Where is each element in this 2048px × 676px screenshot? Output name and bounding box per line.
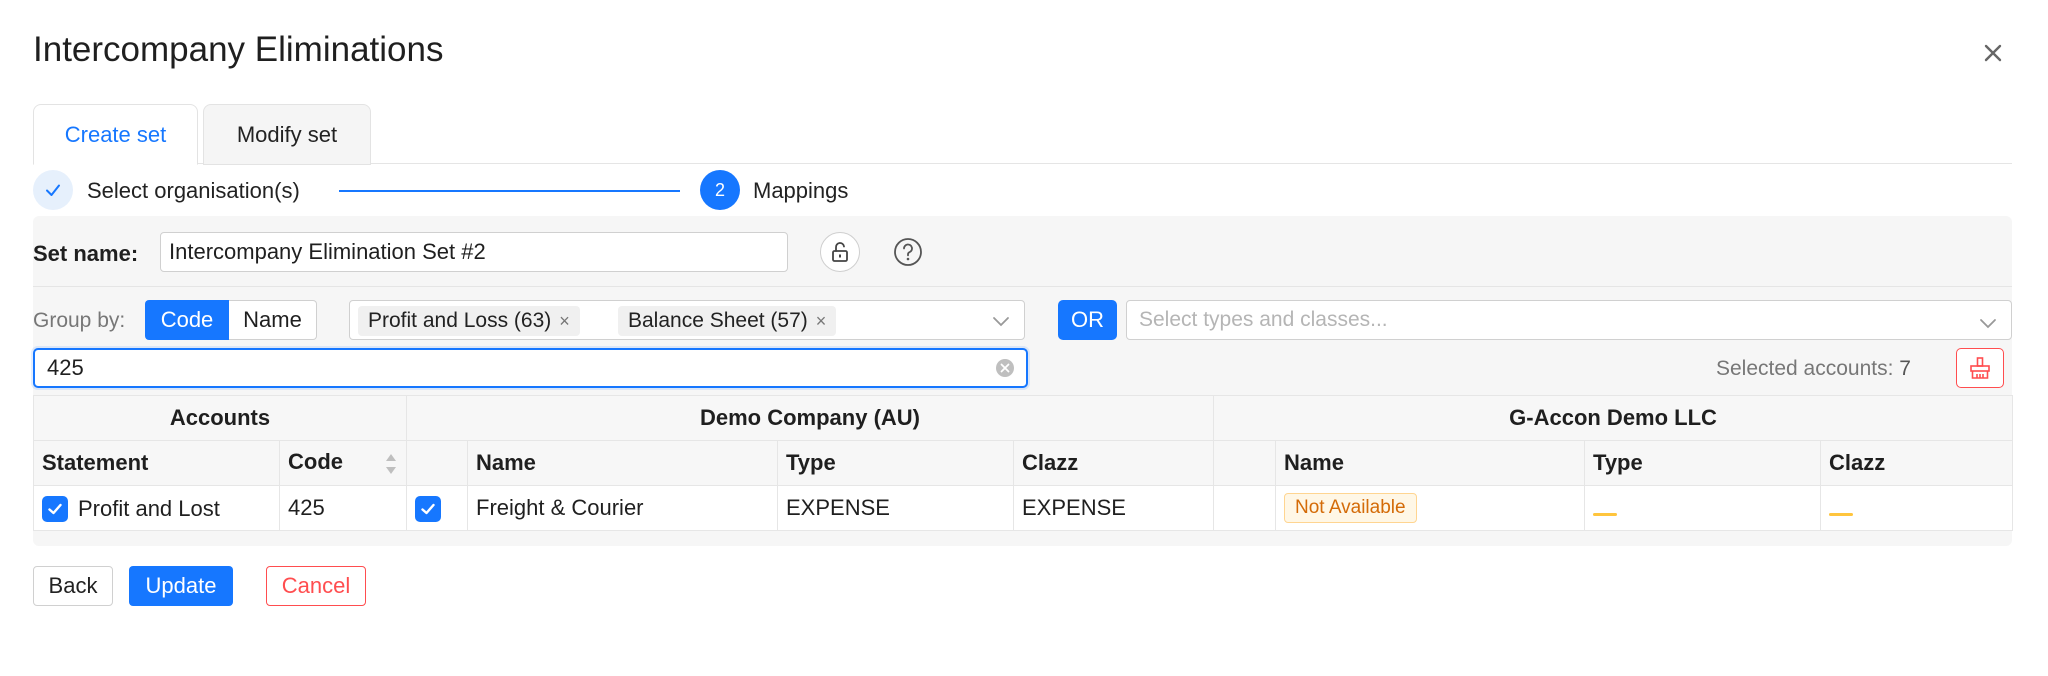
col-demo-type: Type <box>777 440 1014 486</box>
cancel-button[interactable]: Cancel <box>266 566 366 606</box>
group-header-demo-company: Demo Company (AU) <box>405 395 1215 441</box>
group-header-gaccon: G-Accon Demo LLC <box>1213 395 2014 441</box>
empty-dash <box>1829 512 1854 516</box>
or-button[interactable]: OR <box>1058 300 1117 340</box>
empty-dash <box>1593 512 1618 516</box>
chevron-down-icon[interactable] <box>990 310 1012 332</box>
check-icon <box>33 170 73 210</box>
tag-balance-sheet: Balance Sheet (57) × <box>618 306 837 336</box>
intercompany-eliminations-dialog: Intercompany Eliminations Create set Mod… <box>0 0 2048 676</box>
statement-select[interactable]: Profit and Loss (63) × Balance Sheet (57… <box>349 300 1025 340</box>
col-gaccon-clazz: Clazz <box>1820 440 2014 486</box>
code-cell: 425 <box>279 485 407 531</box>
clear-selection-button[interactable] <box>1956 348 2004 388</box>
tab-create-set[interactable]: Create set <box>33 104 198 165</box>
tab-bar: Create set Modify set <box>33 104 2012 165</box>
demo-name-cell: Freight & Courier <box>467 485 778 531</box>
account-search-input[interactable]: 425 <box>33 348 1028 388</box>
selected-accounts-count: 7 <box>1899 357 1911 380</box>
update-button[interactable]: Update <box>129 566 233 606</box>
demo-clazz-cell: EXPENSE <box>1012 485 1215 531</box>
group-header-accounts: Accounts <box>33 395 407 441</box>
panel-divider <box>33 286 2012 287</box>
col-demo-name: Name <box>467 440 778 486</box>
selected-accounts-label: Selected accounts: <box>1716 357 1894 380</box>
group-by-name-button[interactable]: Name <box>229 300 317 340</box>
step-connector <box>339 190 680 192</box>
unlock-icon[interactable] <box>820 232 860 272</box>
col-gaccon-name: Name <box>1275 440 1586 486</box>
col-gaccon-type: Type <box>1584 440 1822 486</box>
back-button[interactable]: Back <box>33 566 113 606</box>
accounts-mapping-table: Accounts Demo Company (AU) G-Accon Demo … <box>33 395 2014 531</box>
tab-modify-set[interactable]: Modify set <box>203 104 371 165</box>
col-code-label: Code <box>288 449 343 474</box>
chevron-down-icon[interactable] <box>1977 309 1999 331</box>
stepper: Select organisation(s) 2 Mappings <box>33 170 933 212</box>
not-available-badge: Not Available <box>1284 493 1417 523</box>
gaccon-clazz-cell <box>1820 485 2014 531</box>
col-select-demo <box>406 440 468 486</box>
demo-select-cell <box>406 485 468 531</box>
sort-icon <box>386 454 396 474</box>
tag-remove-icon[interactable]: × <box>559 311 570 332</box>
table-row: Profit and Lost 425 Freight & Courier EX… <box>33 485 2014 531</box>
close-icon[interactable] <box>1976 36 2010 70</box>
col-select-gaccon <box>1213 440 1277 486</box>
tag-label: Profit and Loss (63) <box>368 309 552 332</box>
group-by-label: Group by: <box>33 309 126 332</box>
set-name-label: Set name: <box>33 241 139 266</box>
group-by-code-button[interactable]: Code <box>145 300 229 340</box>
demo-mapping-checkbox[interactable] <box>415 495 441 522</box>
col-code[interactable]: Code <box>279 440 407 486</box>
step-mappings: Mappings <box>753 178 849 203</box>
tag-label: Balance Sheet (57) <box>628 309 808 332</box>
tag-remove-icon[interactable]: × <box>816 311 827 332</box>
gaccon-type-cell <box>1584 485 1822 531</box>
statement-value: Profit and Lost <box>78 495 220 521</box>
step-number-badge: 2 <box>700 170 740 210</box>
tag-profit-and-loss: Profit and Loss (63) × <box>358 306 580 336</box>
col-demo-clazz: Clazz <box>1012 440 1215 486</box>
step-select-organisations: Select organisation(s) <box>87 178 300 203</box>
dialog-title: Intercompany Eliminations <box>33 30 444 69</box>
col-statement: Statement <box>33 440 280 486</box>
set-name-input[interactable]: Intercompany Elimination Set #2 <box>160 232 788 272</box>
gaccon-select-cell <box>1213 485 1277 531</box>
statement-cell: Profit and Lost <box>33 485 280 531</box>
clear-search-icon[interactable] <box>995 358 1015 378</box>
selected-accounts-text: Selected accounts: 7 <box>1716 357 1911 381</box>
types-placeholder: Select types and classes... <box>1139 308 1388 331</box>
gaccon-name-cell: Not Available <box>1275 485 1586 531</box>
demo-type-cell: EXPENSE <box>777 485 1014 531</box>
clear-icon <box>1970 357 1990 379</box>
types-classes-select[interactable]: Select types and classes... <box>1126 300 2012 340</box>
row-checkbox[interactable] <box>42 495 68 522</box>
question-circle-icon[interactable] <box>888 232 928 272</box>
